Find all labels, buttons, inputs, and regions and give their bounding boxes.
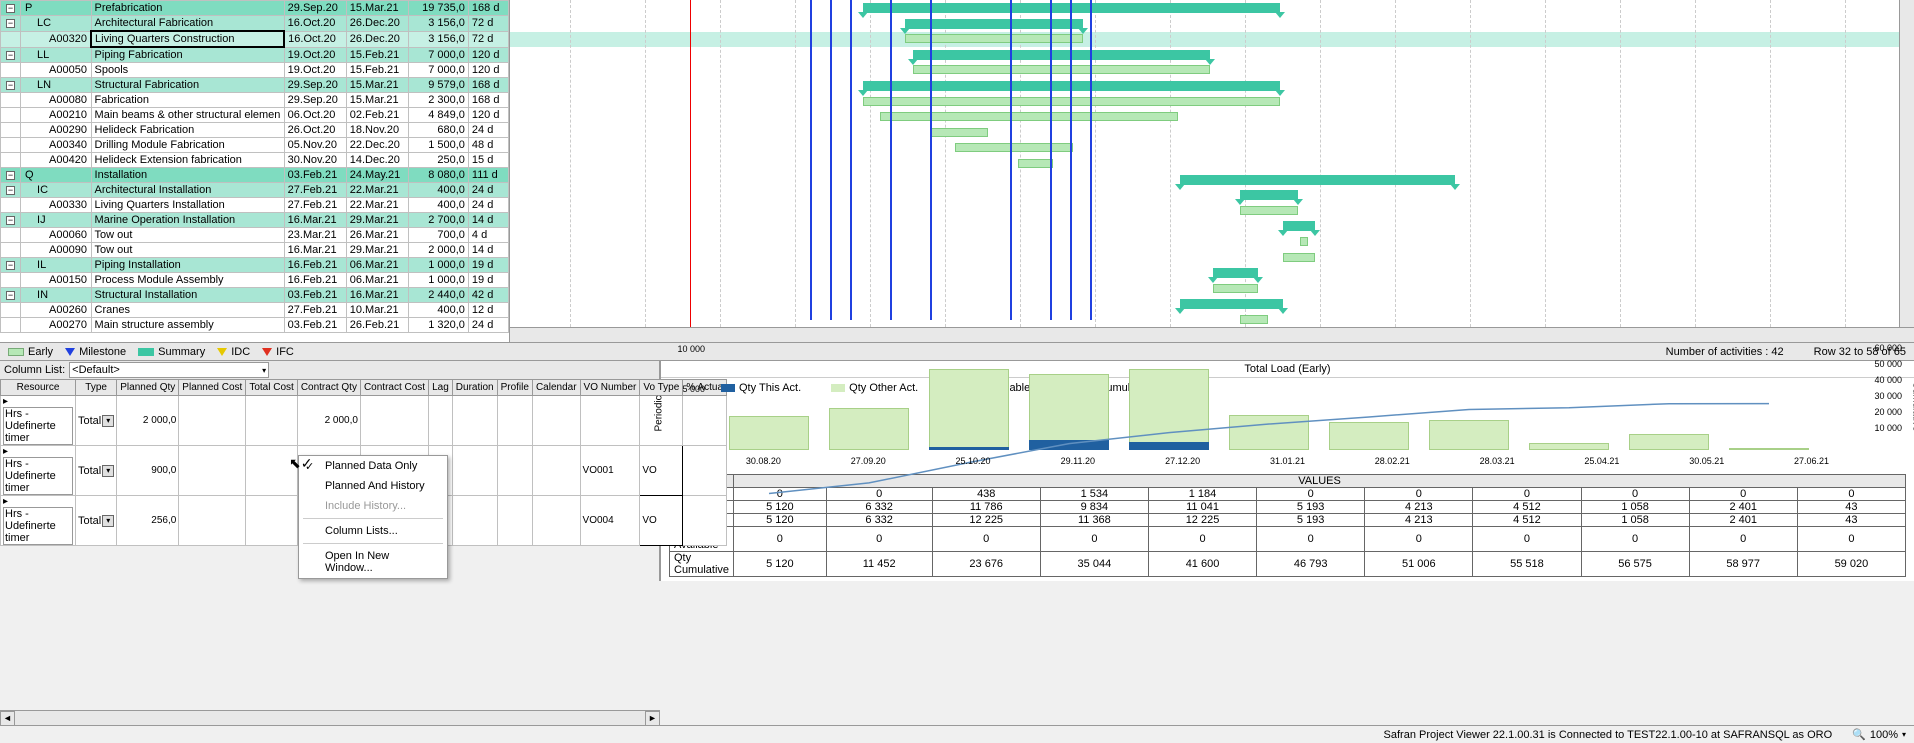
- grid-row[interactable]: A00060 Tow out 23.Mar.21 26.Mar.21 700,0…: [1, 228, 509, 243]
- grid-row[interactable]: − IJ Marine Operation Installation 16.Ma…: [1, 213, 509, 228]
- expand-toggle[interactable]: −: [6, 51, 15, 60]
- gantt-bar[interactable]: [1283, 253, 1316, 262]
- gantt-bar[interactable]: [1018, 159, 1053, 168]
- context-menu-item[interactable]: Planned Data Only: [299, 456, 447, 476]
- gantt-bar[interactable]: [1240, 206, 1298, 215]
- res-header[interactable]: Lag: [429, 380, 453, 396]
- grid-row[interactable]: − P Prefabrication 29.Sep.20 15.Mar.21 1…: [1, 1, 509, 16]
- activity-grid[interactable]: − P Prefabrication 29.Sep.20 15.Mar.21 1…: [0, 0, 510, 342]
- chart-yaxis-left-title: Periodic: [654, 395, 665, 431]
- expand-toggle[interactable]: −: [6, 186, 15, 195]
- zoom-icon: 🔍: [1852, 728, 1866, 741]
- gantt-bar[interactable]: [1300, 237, 1308, 246]
- res-header[interactable]: Resource: [1, 380, 76, 396]
- res-header[interactable]: Planned Qty: [117, 380, 179, 396]
- context-menu-item[interactable]: Open In New Window...: [299, 546, 447, 578]
- res-header[interactable]: Profile: [497, 380, 532, 396]
- chart-yaxis-right-title: Cumulative: [1911, 381, 1914, 431]
- grid-row[interactable]: A00090 Tow out 16.Mar.21 29.Mar.21 2 000…: [1, 243, 509, 258]
- grid-row[interactable]: − IL Piping Installation 16.Feb.21 06.Ma…: [1, 258, 509, 273]
- res-header[interactable]: Total Cost: [246, 380, 297, 396]
- resource-hscrollbar[interactable]: ◄►: [0, 710, 660, 725]
- res-header[interactable]: VO Number: [580, 380, 640, 396]
- grid-row[interactable]: A00420 Helideck Extension fabrication 30…: [1, 153, 509, 168]
- legend-item: Milestone: [65, 346, 126, 358]
- expand-toggle[interactable]: −: [6, 216, 15, 225]
- res-row[interactable]: ▸ Hrs - Udefinerte timer Total▾ 2 000,0 …: [1, 396, 727, 446]
- gantt-bar[interactable]: [1240, 190, 1298, 200]
- gantt-bar[interactable]: [913, 65, 1211, 74]
- expand-toggle[interactable]: −: [6, 19, 15, 28]
- dropdown-icon[interactable]: ▾: [102, 515, 114, 527]
- res-header[interactable]: Contract Qty: [297, 380, 360, 396]
- res-header[interactable]: Duration: [452, 380, 497, 396]
- res-header[interactable]: Planned Cost: [179, 380, 246, 396]
- grid-row[interactable]: − LN Structural Fabrication 29.Sep.20 15…: [1, 78, 509, 93]
- grid-row[interactable]: − Q Installation 03.Feb.21 24.May.21 8 0…: [1, 168, 509, 183]
- expand-toggle[interactable]: −: [6, 291, 15, 300]
- grid-row[interactable]: A00290 Helideck Fabrication 26.Oct.20 18…: [1, 123, 509, 138]
- expand-toggle[interactable]: −: [6, 261, 15, 270]
- expand-toggle[interactable]: −: [6, 81, 15, 90]
- grid-row[interactable]: − IN Structural Installation 03.Feb.21 1…: [1, 288, 509, 303]
- res-header[interactable]: Calendar: [532, 380, 580, 396]
- gantt-bar[interactable]: [1213, 268, 1258, 278]
- legend-item: IDC: [217, 346, 250, 358]
- gantt-bar[interactable]: [880, 112, 1178, 121]
- legend-item: IFC: [262, 346, 294, 358]
- grid-row[interactable]: A00210 Main beams & other structural ele…: [1, 108, 509, 123]
- dropdown-icon[interactable]: ▾: [102, 415, 114, 427]
- column-list-label: Column List:: [4, 364, 65, 376]
- zoom-control[interactable]: 🔍 100% ▾: [1852, 728, 1906, 741]
- expand-toggle[interactable]: −: [6, 171, 15, 180]
- grid-row[interactable]: A00320 Living Quarters Construction 16.O…: [1, 31, 509, 47]
- cursor-icon: ⬉✓: [289, 455, 312, 472]
- context-menu-item[interactable]: Planned And History: [299, 476, 447, 496]
- context-menu-item[interactable]: Column Lists...: [299, 521, 447, 541]
- grid-row[interactable]: − LL Piping Fabrication 19.Oct.20 15.Feb…: [1, 47, 509, 63]
- gantt-chart[interactable]: [510, 0, 1914, 342]
- expand-toggle[interactable]: −: [6, 4, 15, 13]
- grid-row[interactable]: − IC Architectural Installation 27.Feb.2…: [1, 183, 509, 198]
- grid-row[interactable]: A00270 Main structure assembly 03.Feb.21…: [1, 318, 509, 333]
- gantt-bar[interactable]: [1180, 175, 1455, 185]
- grid-row[interactable]: A00050 Spools 19.Oct.20 15.Feb.21 7 000,…: [1, 63, 509, 78]
- gantt-bar[interactable]: [1240, 315, 1268, 324]
- gantt-bar[interactable]: [930, 128, 988, 137]
- legend-item: Summary: [138, 346, 205, 358]
- gantt-vscrollbar[interactable]: [1899, 0, 1914, 327]
- grid-row[interactable]: A00330 Living Quarters Installation 27.F…: [1, 198, 509, 213]
- gantt-bar[interactable]: [913, 50, 1211, 60]
- chart-plot-area[interactable]: [719, 402, 1856, 450]
- grid-row[interactable]: A00260 Cranes 27.Feb.21 10.Mar.21 400,0 …: [1, 303, 509, 318]
- gantt-hscrollbar[interactable]: [510, 327, 1914, 342]
- res-header[interactable]: Type: [76, 380, 117, 396]
- connection-status: Safran Project Viewer 22.1.00.31 is Conn…: [1384, 729, 1833, 741]
- load-chart-panel: Total Load (Early) Qty This Act.Qty Othe…: [660, 361, 1914, 581]
- grid-row[interactable]: A00150 Process Module Assembly 16.Feb.21…: [1, 273, 509, 288]
- res-header[interactable]: Contract Cost: [360, 380, 428, 396]
- column-list-dropdown[interactable]: <Default>▾: [69, 362, 269, 378]
- context-menu-item: Include History...: [299, 496, 447, 516]
- gantt-bar[interactable]: [1180, 299, 1283, 309]
- context-menu[interactable]: Planned Data OnlyPlanned And HistoryIncl…: [298, 455, 448, 579]
- gantt-bar[interactable]: [1213, 284, 1258, 293]
- legend-item: Early: [8, 346, 53, 358]
- status-bar: Safran Project Viewer 22.1.00.31 is Conn…: [0, 725, 1914, 743]
- gantt-bar[interactable]: [955, 143, 1073, 152]
- grid-row[interactable]: A00080 Fabrication 29.Sep.20 15.Mar.21 2…: [1, 93, 509, 108]
- grid-row[interactable]: A00340 Drilling Module Fabrication 05.No…: [1, 138, 509, 153]
- dropdown-icon[interactable]: ▾: [102, 465, 114, 477]
- grid-row[interactable]: − LC Architectural Fabrication 16.Oct.20…: [1, 16, 509, 32]
